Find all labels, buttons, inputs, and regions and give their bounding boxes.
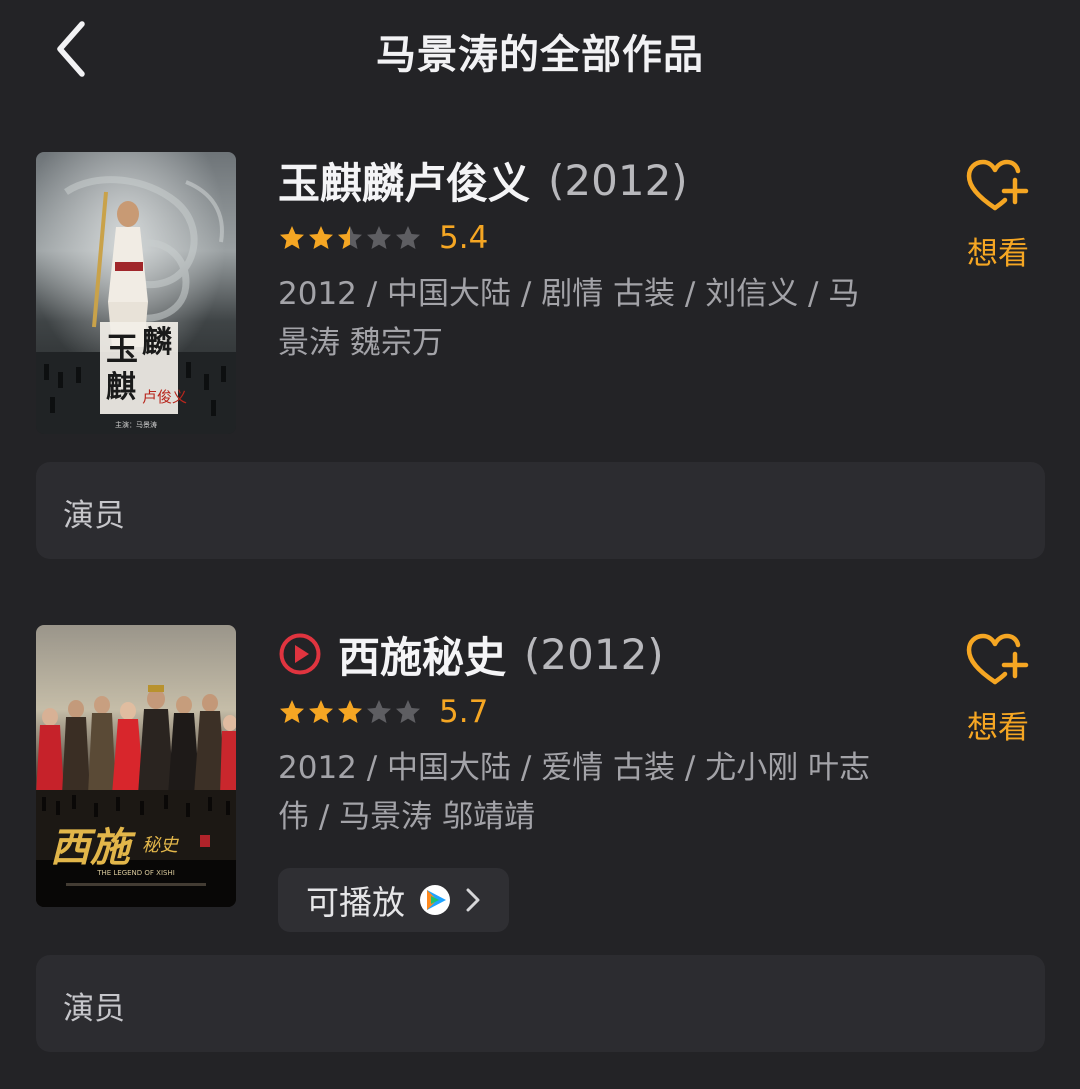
poster-credit: 主演：马景涛 [115,420,157,429]
poster-small-title: 秘史 [142,835,179,856]
work-title[interactable]: 玉麒麟卢俊义 [278,150,530,211]
playable-label: 可播放 [306,883,405,922]
star-icon [396,700,420,723]
playable-button[interactable]: 可播放 [278,868,509,932]
star-icon [309,700,333,723]
heart-plus-icon [966,633,1029,685]
want-label: 想看 [967,710,1029,746]
poster-title-char: 麒 [106,370,136,405]
work-meta: 2012 / 中国大陆 / 剧情 古装 / 刘信义 / 马景涛 魏宗万 [278,276,860,361]
play-circle-icon [279,633,321,675]
heart-plus-icon [966,159,1029,211]
role-bar: 演员 [36,462,1045,559]
work-year: (2012) [524,629,664,679]
star-icon [280,226,304,249]
work-info: 西施秘史 (2012) 5.7 2012 / 中国大陆 / 爱情 古装 / 尤小… [278,626,918,932]
star-icon [367,226,391,249]
poster-title-text: 西施 [50,824,136,871]
poster-subtitle: THE LEGEND OF XISHI [96,869,175,877]
star-icon [338,226,362,249]
want-label: 想看 [967,236,1029,272]
rating-score: 5.4 [439,220,489,256]
poster-small-title: 卢俊义 [142,388,187,406]
poster-image[interactable]: 西施 秘史 THE LEGEND OF XISHI [36,625,236,907]
work-meta: 2012 / 中国大陆 / 爱情 古装 / 尤小刚 叶志伟 / 马景涛 邬靖靖 [278,750,871,835]
work-year: (2012) [548,155,688,205]
poster-title-char: 玉 [106,330,138,368]
page-title: 马景涛的全部作品 [376,32,704,78]
role-bar: 演员 [36,955,1045,1052]
rating-score: 5.7 [439,694,489,730]
work-title[interactable]: 西施秘史 [338,624,506,685]
want-button[interactable]: 想看 [958,158,1038,273]
role-label: 演员 [63,498,125,534]
role-label: 演员 [63,991,125,1027]
star-icon [309,226,333,249]
rating-stars [278,698,423,726]
chevron-right-icon [466,888,480,912]
work-info: 玉麒麟卢俊义 (2012) 5.4 2012 / 中国大陆 / 剧情 古装 / … [278,152,918,368]
star-icon [280,700,304,723]
poster-title-char: 麟 [142,325,172,360]
rating-stars [278,224,423,252]
poster-image[interactable]: 玉 麟 麒 卢俊义 主演：马景涛 [36,152,236,434]
star-icon [338,700,362,723]
tencent-video-icon [420,885,450,915]
star-icon [367,700,391,723]
want-button[interactable]: 想看 [958,632,1038,747]
star-icon [396,226,420,249]
nav-bar: 马景涛的全部作品 [0,0,1080,100]
